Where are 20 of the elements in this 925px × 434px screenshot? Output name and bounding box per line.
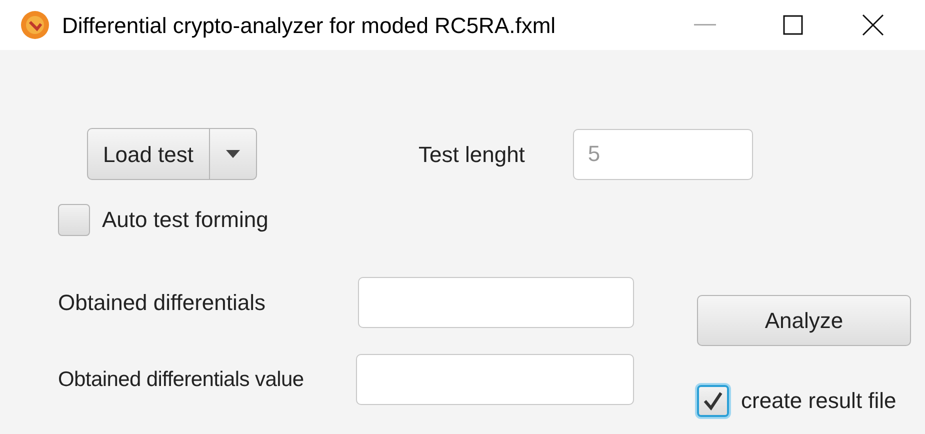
app-icon bbox=[20, 10, 50, 40]
test-length-label: Test lenght bbox=[418, 140, 525, 169]
caret-icon bbox=[226, 150, 240, 158]
load-test-button[interactable]: Load test bbox=[88, 129, 210, 179]
minimize-icon bbox=[694, 24, 716, 26]
checkbox-label: create result file bbox=[741, 387, 896, 415]
checkmark-icon bbox=[702, 390, 724, 412]
analyze-button[interactable]: Analyze bbox=[697, 295, 911, 346]
field-label: Obtained differentials value bbox=[58, 366, 305, 393]
close-icon bbox=[862, 14, 884, 36]
checkbox[interactable] bbox=[697, 384, 729, 416]
differentials-value-field[interactable] bbox=[356, 354, 634, 405]
test-length-field[interactable]: 5 bbox=[572, 128, 753, 180]
window-title: Differential crypto-analyzer for moded RC5RA.fxml bbox=[62, 12, 556, 40]
split-button[interactable]: Load test bbox=[87, 128, 257, 180]
checkbox-label: Auto test forming bbox=[102, 206, 268, 234]
checkbox[interactable] bbox=[58, 204, 90, 236]
differentials-field[interactable] bbox=[358, 277, 634, 328]
maximize-icon bbox=[783, 15, 803, 35]
field-label: Obtained differentials bbox=[58, 289, 267, 317]
